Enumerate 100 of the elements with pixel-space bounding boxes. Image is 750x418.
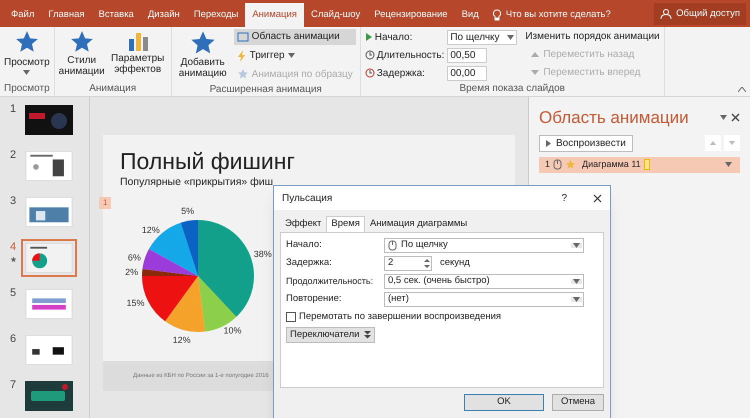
ribbon-tab[interactable]: Вид	[454, 3, 486, 27]
ribbon-tab[interactable]: Главная	[41, 3, 92, 27]
data-label: 5%	[181, 206, 194, 216]
spinner-icon[interactable]	[423, 257, 431, 270]
effect-options-button[interactable]: Параметры эффектов	[108, 27, 167, 81]
lightning-icon	[236, 50, 247, 62]
ok-button[interactable]: OK	[464, 394, 544, 411]
caret-icon	[725, 162, 732, 167]
trigger-button[interactable]: Триггер	[234, 48, 356, 64]
cancel-button[interactable]: Отмена	[552, 394, 604, 411]
animation-tag: 1	[99, 197, 112, 209]
ribbon-tab[interactable]: Переходы	[186, 3, 246, 27]
ribbon-tab[interactable]: Рецензирование	[367, 3, 455, 27]
animation-pane-button[interactable]: Область анимации	[234, 29, 356, 45]
start-dropdown[interactable]: По щелчку	[447, 30, 518, 44]
slide-number: 1	[10, 102, 16, 117]
caret-icon	[507, 34, 514, 40]
triggers-button[interactable]: Переключатели	[286, 327, 374, 344]
data-label: 12%	[172, 334, 191, 345]
play-button[interactable]: Воспроизвести	[539, 134, 633, 152]
ribbon-tab[interactable]: Анимация	[245, 3, 304, 27]
item-name: Диаграмма 11	[582, 158, 641, 171]
slide-thumbnail[interactable]: 7	[0, 377, 89, 415]
star-icon	[236, 68, 249, 80]
start-dropdown[interactable]: По щелчку	[384, 238, 584, 253]
caret-icon	[720, 115, 727, 120]
group-label: Анимация	[89, 82, 136, 96]
preview-button[interactable]: Просмотр	[4, 27, 50, 81]
ribbon-tab[interactable]: Файл	[4, 3, 42, 27]
data-label: 15%	[126, 298, 145, 308]
slide-number: 3	[10, 194, 16, 209]
caret-icon	[573, 279, 580, 284]
group-label: Расширенная анимация	[210, 83, 322, 97]
repeat-dropdown[interactable]: (нет)	[384, 292, 584, 307]
group-label: Время показа слайдов	[459, 82, 565, 96]
repeat-label: Повторение:	[286, 292, 343, 306]
caret-icon	[23, 70, 30, 75]
pane-icon	[236, 30, 249, 43]
start-label: Начало:	[364, 30, 444, 44]
delay-field[interactable]: 00,00	[447, 66, 488, 80]
timeline-bar-icon	[644, 159, 650, 170]
caret-icon	[288, 53, 295, 58]
tell-me-field[interactable]: Что вы хотите сделать?	[492, 3, 611, 27]
add-animation-button[interactable]: Добавить анимацию	[176, 27, 230, 82]
delay-label: Задержка:	[286, 256, 333, 270]
slide-title: Полный фишинг	[120, 147, 296, 175]
duration-dropdown[interactable]: 0,5 сек. (очень быстро)	[384, 274, 584, 289]
play-icon	[546, 140, 551, 146]
mouse-icon	[553, 159, 562, 170]
tell-me-text: Что вы хотите сделать?	[506, 8, 611, 22]
slide-subtitle: Популярные «прикрытия» фиш	[120, 175, 274, 190]
item-number: 1	[545, 158, 550, 171]
animation-styles-button[interactable]: Стили анимации	[58, 27, 105, 81]
rewind-checkbox[interactable]: Перемотать по завершении воспроизведения	[286, 310, 598, 324]
down-arrow-icon	[531, 70, 540, 75]
delay-unit: секунд	[440, 256, 470, 270]
data-label: 2%	[125, 266, 138, 277]
duration-field[interactable]: 00,50	[447, 48, 488, 62]
dialog-title: Пульсация	[282, 192, 332, 206]
duration-label: Длительность:	[364, 48, 444, 62]
star-icon	[565, 159, 576, 170]
dialog-tab[interactable]: Анимация диаграммы	[364, 216, 472, 232]
pane-title: Область анимации	[539, 107, 689, 129]
up-arrow-icon	[531, 52, 540, 57]
mouse-icon	[388, 240, 397, 251]
slide-thumbnail[interactable]: 6	[0, 331, 89, 369]
ribbon-tab[interactable]: Слайд-шоу	[304, 3, 368, 27]
caret-icon	[573, 243, 580, 248]
close-icon[interactable]	[731, 113, 740, 122]
collapse-icon[interactable]	[738, 87, 746, 92]
reorder-label: Изменить порядок анимации	[525, 30, 660, 44]
animation-item[interactable]: 1 Диаграмма 11	[539, 156, 740, 172]
double-caret-icon	[364, 331, 370, 340]
slide-number: 2	[10, 148, 16, 163]
ribbon-tab[interactable]: Вставка	[92, 3, 141, 27]
data-label: 38%	[254, 248, 272, 259]
slide-thumbnail[interactable]: 5	[0, 285, 89, 323]
clock-icon	[364, 50, 375, 60]
group-label: Просмотр	[4, 82, 50, 96]
delay-label: Задержка:	[364, 66, 444, 80]
lightbulb-icon	[492, 9, 502, 21]
delay-field[interactable]: 2	[384, 256, 432, 271]
data-label: 12%	[142, 224, 160, 235]
dialog-tab[interactable]: Время	[326, 216, 365, 232]
close-icon[interactable]	[593, 194, 602, 202]
data-label: 6%	[128, 252, 141, 262]
share-button[interactable]: Общий доступ	[654, 3, 746, 25]
slide-thumbnail[interactable]: 1	[0, 101, 89, 139]
slide-thumbnail[interactable]: 3	[0, 193, 89, 231]
slide-number: 6	[10, 332, 16, 347]
ribbon-tab[interactable]: Дизайн	[140, 3, 187, 27]
person-icon	[660, 8, 672, 20]
dialog-tab[interactable]: Эффект	[280, 216, 326, 232]
data-label: 10%	[224, 325, 242, 336]
slide-thumbnail[interactable]: 2	[0, 147, 89, 185]
slide-number: 5	[10, 286, 16, 301]
caret-icon	[573, 297, 580, 302]
help-button[interactable]: ?	[561, 190, 567, 206]
slide-number: 7	[10, 378, 16, 393]
clock-icon	[364, 68, 375, 78]
